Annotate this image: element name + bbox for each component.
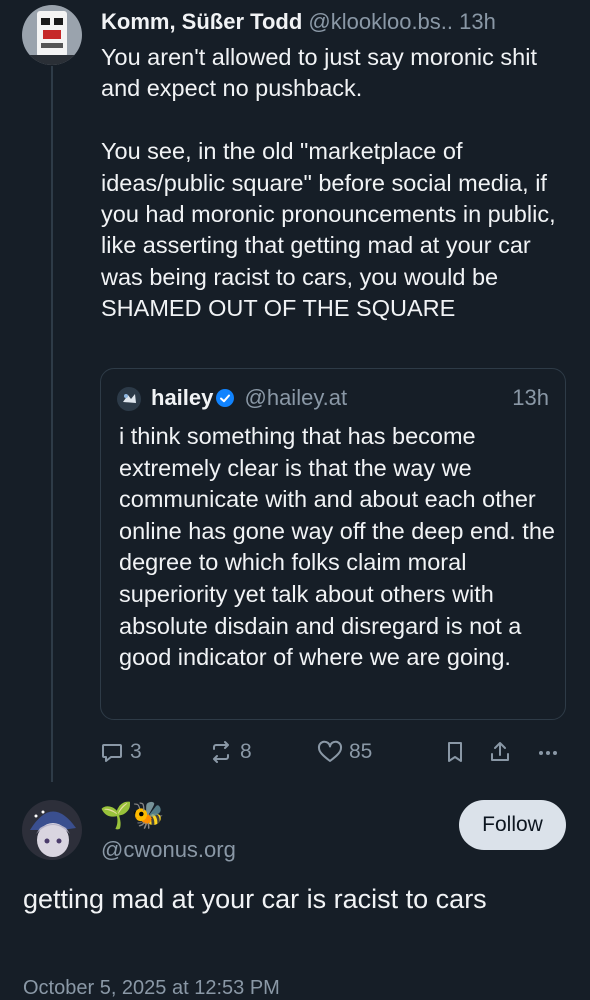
more-options-button[interactable] bbox=[536, 740, 560, 764]
quote-author-name: hailey bbox=[151, 385, 214, 410]
follow-button[interactable]: Follow bbox=[459, 800, 566, 850]
reply-button[interactable]: 3 bbox=[100, 740, 142, 764]
reply-count: 3 bbox=[130, 740, 142, 763]
share-icon bbox=[491, 742, 509, 761]
bookmark-button[interactable] bbox=[444, 740, 466, 764]
thread-line bbox=[51, 66, 53, 782]
like-count: 85 bbox=[349, 740, 373, 763]
author-avatar[interactable] bbox=[22, 800, 82, 860]
quote-avatar bbox=[117, 387, 141, 411]
heart-icon bbox=[317, 740, 343, 762]
reply-icon bbox=[102, 744, 122, 762]
quote-avatar-icon bbox=[117, 387, 141, 411]
robot-face-avatar-icon bbox=[22, 5, 82, 65]
anime-character-avatar-icon bbox=[22, 800, 82, 860]
quote-author-handle: @hailey.at bbox=[244, 385, 348, 410]
post-header: Komm, Süßer Todd @klookloo.bs.. 13h bbox=[101, 9, 496, 35]
author-handle[interactable]: @cwonus.org bbox=[101, 837, 236, 863]
repost-count: 8 bbox=[240, 740, 252, 763]
repost-button[interactable]: 8 bbox=[208, 740, 252, 764]
post-actions: 3 8 85 bbox=[100, 740, 570, 770]
post-time: 13h bbox=[459, 9, 496, 34]
quote-header: hailey @hailey.at bbox=[151, 385, 347, 411]
author-handle[interactable]: @klookloo.bs.. bbox=[308, 9, 453, 34]
author-avatar[interactable] bbox=[22, 5, 82, 65]
bookmark-icon bbox=[448, 742, 462, 762]
verified-check-icon bbox=[216, 389, 235, 407]
share-button[interactable] bbox=[488, 740, 512, 764]
more-icon bbox=[539, 751, 557, 755]
author-display-name[interactable]: 🌱🐝 bbox=[100, 800, 165, 831]
quote-time: 13h bbox=[512, 385, 549, 410]
quote-text: i think something that has become extrem… bbox=[119, 423, 555, 671]
post-text: You aren't allowed to just say moronic s… bbox=[101, 44, 556, 322]
like-button[interactable]: 85 bbox=[317, 740, 372, 764]
repost-icon bbox=[213, 741, 229, 763]
author-name[interactable]: Komm, Süßer Todd bbox=[101, 9, 302, 34]
quoted-post[interactable]: hailey @hailey.at 13h i think something … bbox=[100, 368, 566, 720]
post-text: getting mad at your car is racist to car… bbox=[23, 884, 487, 914]
post-date: October 5, 2025 at 12:53 PM bbox=[23, 977, 280, 999]
